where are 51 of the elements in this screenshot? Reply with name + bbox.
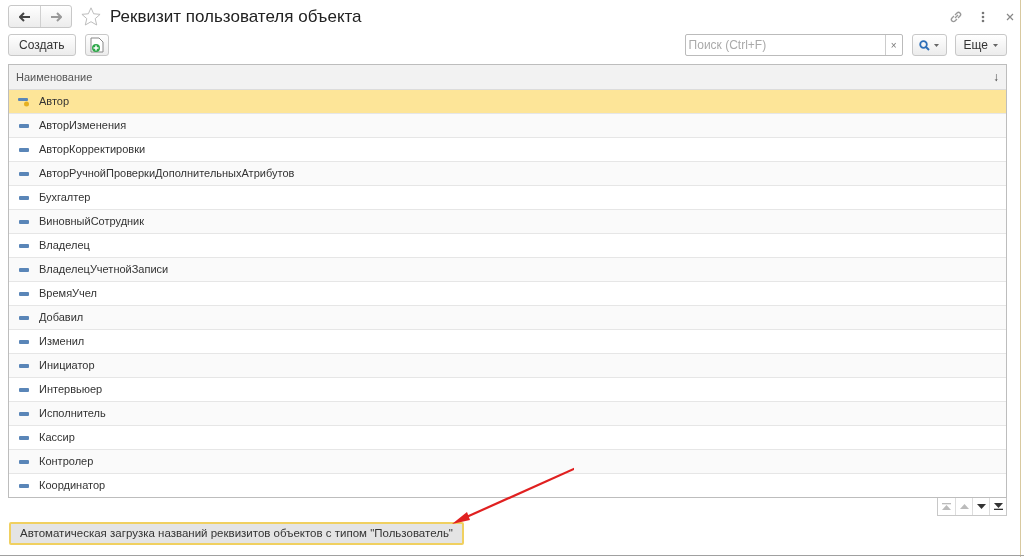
table-row[interactable]: АвторИзменения xyxy=(9,114,1006,138)
link-icon[interactable] xyxy=(949,9,963,24)
star-icon[interactable] xyxy=(81,7,101,26)
attribute-icon xyxy=(19,483,29,488)
triangle-down-icon xyxy=(976,503,986,510)
create-button[interactable]: Создать xyxy=(8,34,76,56)
close-icon[interactable] xyxy=(1006,12,1014,21)
attribute-icon xyxy=(19,171,29,176)
attribute-icon xyxy=(19,123,29,128)
caret-icon xyxy=(993,43,998,47)
attribute-icon xyxy=(19,411,29,416)
table-row[interactable]: Автор xyxy=(9,90,1006,114)
arrow-left-icon xyxy=(18,11,31,22)
search-button[interactable] xyxy=(911,34,947,56)
search-icon xyxy=(919,39,931,51)
attribute-icon xyxy=(19,387,29,392)
search-field[interactable]: Поиск (Ctrl+F) × xyxy=(684,34,903,56)
table-row[interactable]: ВиновныйСотрудник xyxy=(9,210,1006,234)
auto-load-button[interactable]: Автоматическая загрузка названий реквизитов объектов с типом "Пользователь" xyxy=(9,522,464,546)
column-header[interactable]: Наименование ↓ xyxy=(9,65,1006,90)
attribute-icon xyxy=(19,315,29,320)
attribute-icon xyxy=(19,459,29,464)
arrow-right-icon xyxy=(50,11,62,22)
attribute-icon xyxy=(19,219,29,224)
table-row[interactable]: Контролер xyxy=(9,450,1006,474)
table-row[interactable]: ВладелецУчетнойЗаписи xyxy=(9,258,1006,282)
key-attribute-icon xyxy=(18,96,30,107)
attribute-icon xyxy=(19,339,29,344)
more-button[interactable]: Еще xyxy=(954,34,1007,56)
table-row[interactable]: АвторРучнойПроверкиДополнительныхАтрибутов xyxy=(9,162,1006,186)
attribute-icon xyxy=(19,195,29,200)
window-title: Реквизит пользователя объекта xyxy=(110,5,362,28)
skip-down-icon xyxy=(993,503,1003,510)
attribute-icon xyxy=(19,267,29,272)
attribute-icon xyxy=(19,291,29,296)
caret-icon xyxy=(934,43,940,47)
triangle-up-icon xyxy=(959,503,969,510)
add-document-button[interactable] xyxy=(84,34,109,56)
table-row[interactable]: Инициатор xyxy=(9,354,1006,378)
skip-up-icon xyxy=(942,503,951,510)
table-row[interactable]: Исполнитель xyxy=(9,402,1006,426)
add-document-icon xyxy=(89,37,104,53)
attribute-icon xyxy=(19,363,29,368)
attribute-icon xyxy=(19,147,29,152)
scroll-last-button[interactable] xyxy=(989,498,1006,515)
attribute-icon xyxy=(19,243,29,248)
table-row[interactable]: Добавил xyxy=(9,306,1006,330)
clear-search-button[interactable]: × xyxy=(884,35,902,55)
attribute-icon xyxy=(19,435,29,440)
more-vertical-icon[interactable] xyxy=(981,10,985,23)
scroll-down-button[interactable] xyxy=(972,498,989,515)
